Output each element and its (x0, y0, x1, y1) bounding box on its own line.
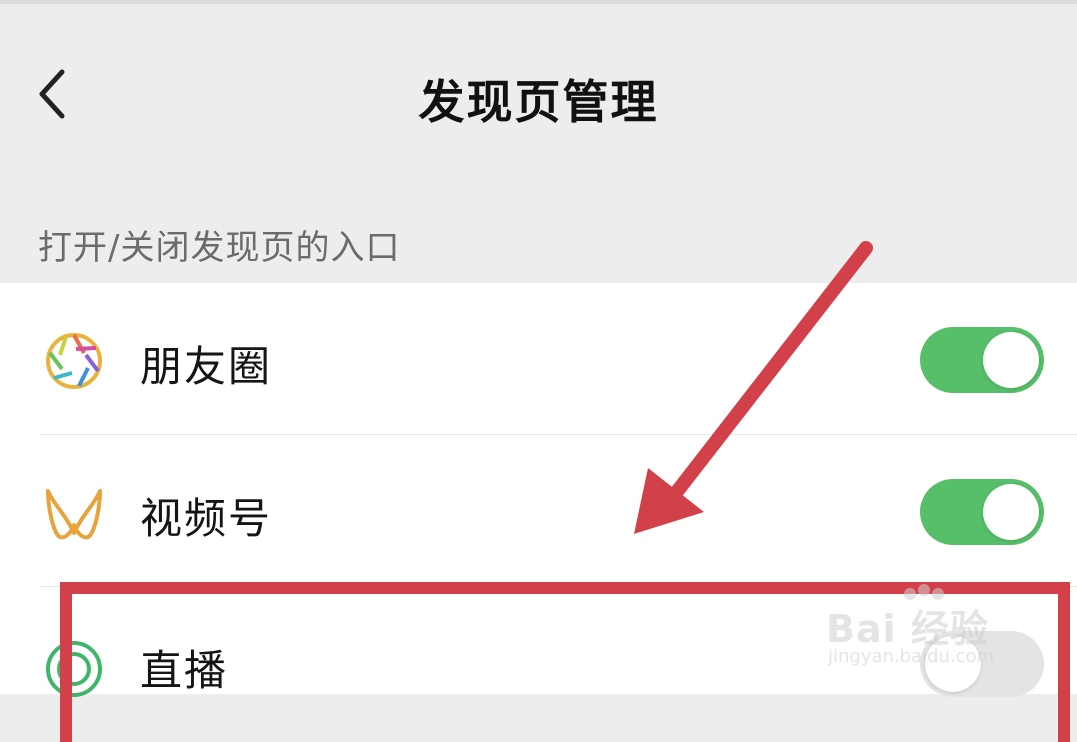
watermark-sub: jingyan.baidu.com (828, 646, 995, 667)
watermark-main: Bai 经验 (826, 607, 989, 651)
baidu-watermark: Bai 经验 jingyan.baidu.com (826, 584, 1046, 674)
